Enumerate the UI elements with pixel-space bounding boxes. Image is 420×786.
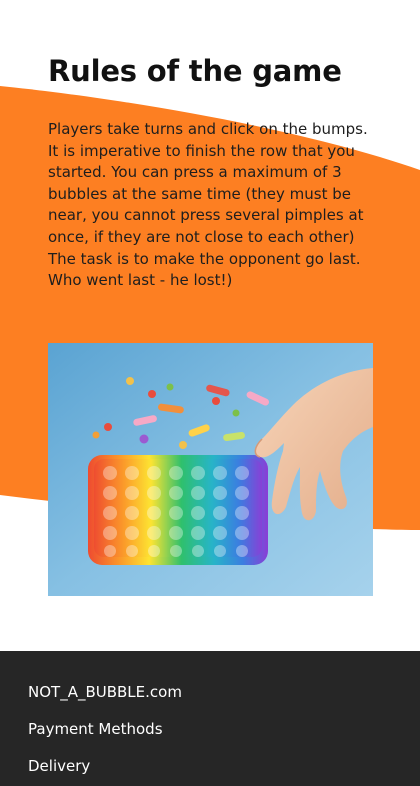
footer-link-payment-methods[interactable]: Payment Methods (28, 719, 163, 739)
footer-link-delivery[interactable]: Delivery (28, 756, 90, 776)
footer-link-site[interactable]: NOT_A_BUBBLE.com (28, 682, 182, 702)
rules-text: Players take turns and click on the bump… (48, 120, 368, 290)
pop-it-toy (88, 455, 268, 565)
pop-it-game-photo (48, 343, 373, 596)
page: Rules of the game Players take turns and… (0, 0, 420, 786)
page-title: Rules of the game (48, 54, 342, 88)
